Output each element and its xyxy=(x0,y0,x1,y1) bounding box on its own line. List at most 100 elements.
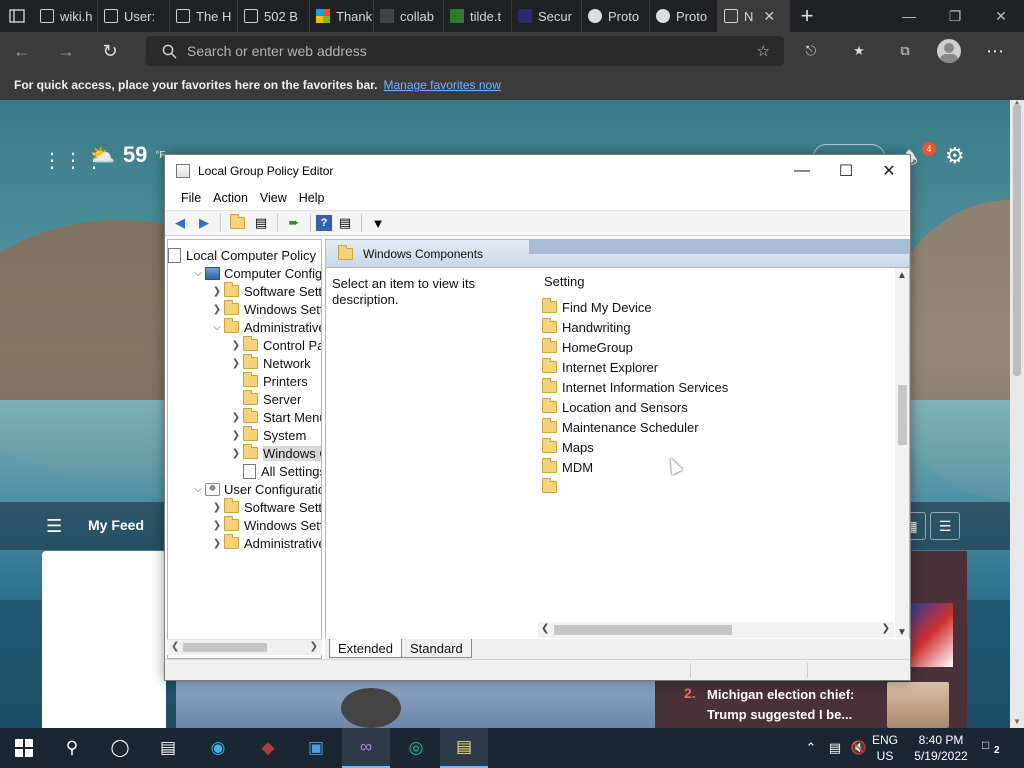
collections-icon[interactable]: ⧉ xyxy=(886,32,924,70)
setting-row[interactable]: Location and Sensors xyxy=(542,397,688,417)
tree-horizontal-scrollbar[interactable]: ❮ ❯ xyxy=(167,639,322,655)
expand-chevron-icon[interactable]: ❯ xyxy=(229,448,243,459)
expand-chevron-icon[interactable]: ❯ xyxy=(210,538,224,549)
tree-node[interactable]: ❯ System xyxy=(229,426,306,444)
expand-chevron-icon[interactable]: ❯ xyxy=(229,340,243,351)
up-folder-icon[interactable] xyxy=(226,213,248,233)
expand-chevron-icon[interactable]: ❯ xyxy=(210,304,224,315)
setting-row[interactable]: Maintenance Scheduler xyxy=(542,417,699,437)
address-bar[interactable]: Search or enter web address ☆ xyxy=(146,36,784,66)
browser-tab[interactable]: User: xyxy=(98,0,170,32)
browser-tab[interactable]: 502 B xyxy=(238,0,310,32)
setting-row[interactable]: Maps xyxy=(542,437,594,457)
language-indicator[interactable]: ENG US xyxy=(872,732,898,764)
menu-view[interactable]: View xyxy=(254,191,293,205)
tab-standard[interactable]: Standard xyxy=(401,639,472,658)
browser-tab[interactable]: Proto xyxy=(650,0,718,32)
tree-node[interactable]: ❯ Software Settings xyxy=(210,282,321,300)
setting-row[interactable]: HomeGroup xyxy=(542,337,633,357)
store-icon[interactable]: ▣ xyxy=(292,728,340,768)
browser-tab[interactable]: wiki.h xyxy=(34,0,98,32)
column-header-setting[interactable]: Setting xyxy=(544,274,584,289)
setting-row[interactable] xyxy=(542,477,562,497)
tab-actions-icon[interactable] xyxy=(0,0,34,32)
task-view-icon[interactable]: ▤ xyxy=(144,728,192,768)
tree-node[interactable]: ⌵ Administrative Templates xyxy=(210,318,321,336)
profile-avatar[interactable] xyxy=(930,32,968,70)
show-hide-tree-icon[interactable]: ▤ xyxy=(250,213,272,233)
extensions-icon[interactable]: ⎋ xyxy=(792,32,830,70)
menu-action[interactable]: Action xyxy=(207,191,254,205)
media-app-icon[interactable]: ◎ xyxy=(392,728,440,768)
browser-tab[interactable]: Proto xyxy=(582,0,650,32)
browser-tab[interactable]: tilde.t xyxy=(444,0,512,32)
close-tab-icon[interactable]: ✕ xyxy=(763,8,775,25)
details-horizontal-scrollbar[interactable]: ❮ ❯ xyxy=(538,622,894,638)
restore-browser-button[interactable]: ❐ xyxy=(932,0,978,32)
close-browser-button[interactable]: ✕ xyxy=(978,0,1024,32)
menu-file[interactable]: File xyxy=(175,191,207,205)
tree-node[interactable]: All Settings xyxy=(229,462,321,480)
forward-arrow-icon[interactable]: ▶ xyxy=(193,213,215,233)
expand-chevron-icon[interactable]: ❯ xyxy=(210,286,224,297)
expand-chevron-icon[interactable]: ❯ xyxy=(210,520,224,531)
expand-chevron-icon[interactable]: ❯ xyxy=(229,430,243,441)
browser-tab[interactable]: Thank xyxy=(310,0,374,32)
show-hidden-icons-icon[interactable]: ⌃ xyxy=(800,728,822,768)
setting-row[interactable]: MDM xyxy=(542,457,593,477)
visual-studio-icon[interactable]: ∞ xyxy=(342,728,390,768)
edge-icon[interactable]: ◉ xyxy=(194,728,242,768)
start-windows-icon[interactable] xyxy=(0,728,48,768)
back-button[interactable]: ← xyxy=(0,32,44,70)
add-favorite-icon[interactable]: ☆ xyxy=(757,42,770,60)
tree-node[interactable]: Local Computer Policy xyxy=(168,246,316,264)
gpe-close-button[interactable]: ✕ xyxy=(867,155,911,186)
tree-node[interactable]: ❯ Control Panel xyxy=(229,336,321,354)
tree-node[interactable]: ⌵ User Configuration xyxy=(191,480,321,498)
browser-tab[interactable]: N ✕ xyxy=(718,0,790,32)
news-headline[interactable]: Michigan election chief: Trump suggested… xyxy=(707,685,877,725)
list-view-icon[interactable]: ☰ xyxy=(930,512,960,540)
feed-title[interactable]: My Feed xyxy=(88,517,144,533)
tree-node[interactable]: ⌵ Computer Configura xyxy=(191,264,321,282)
help-icon[interactable]: ? xyxy=(316,215,332,231)
clock[interactable]: 8:40 PM 5/19/2022 xyxy=(910,732,972,764)
tree-node[interactable]: ❯ Network xyxy=(229,354,311,372)
tree-node[interactable]: ❯ Windows Settings xyxy=(210,300,321,318)
tree-node[interactable]: ❯ Windows Settings xyxy=(210,516,321,534)
tree-node[interactable]: ❯ Windows Components xyxy=(229,444,321,462)
new-tab-button[interactable]: + xyxy=(790,3,824,29)
tree-node[interactable]: ❯ Administrative Templates xyxy=(210,534,321,552)
setting-row[interactable]: Find My Device xyxy=(542,297,652,317)
setting-row[interactable]: Handwriting xyxy=(542,317,631,337)
settings-more-icon[interactable]: ⋯ xyxy=(976,32,1014,70)
collapse-chevron-icon[interactable]: ⌵ xyxy=(191,268,205,279)
export-list-icon[interactable]: ➨ xyxy=(283,213,305,233)
gpe-maximize-button[interactable]: ☐ xyxy=(824,155,868,186)
refresh-button[interactable]: ↻ xyxy=(88,32,132,70)
weather-widget[interactable]: ⛅ 59 °F xyxy=(90,142,166,168)
forward-button[interactable]: → xyxy=(44,32,88,70)
gpe-minimize-button[interactable]: — xyxy=(780,155,824,186)
tree-node[interactable]: ❯ Start Menu and Taskbar xyxy=(229,408,321,426)
properties-icon[interactable]: ▤ xyxy=(334,213,356,233)
browser-tab[interactable]: The H xyxy=(170,0,238,32)
page-settings-gear-icon[interactable]: ⚙ xyxy=(945,143,965,169)
expand-chevron-icon[interactable]: ❯ xyxy=(210,502,224,513)
details-vertical-scrollbar[interactable]: ▲ ▼ xyxy=(895,268,909,638)
menu-help[interactable]: Help xyxy=(293,191,331,205)
feed-card-cat-image[interactable] xyxy=(176,678,656,728)
tree-node[interactable]: Server xyxy=(229,390,301,408)
search-icon[interactable]: ⚲ xyxy=(48,728,96,768)
browser-tab[interactable]: Secur xyxy=(512,0,582,32)
expand-chevron-icon[interactable]: ❯ xyxy=(229,412,243,423)
tree-node[interactable]: Printers xyxy=(229,372,308,390)
expand-chevron-icon[interactable]: ❯ xyxy=(229,358,243,369)
favorites-icon[interactable]: ★ xyxy=(840,32,878,70)
policy-tree-pane[interactable]: Local Computer Policy ⌵ Computer Configura… xyxy=(167,239,322,659)
setting-row[interactable]: Internet Explorer xyxy=(542,357,658,377)
feed-card-blank[interactable] xyxy=(42,551,166,728)
browser-tab[interactable]: collab xyxy=(374,0,444,32)
volume-muted-icon[interactable]: 🔇 xyxy=(848,728,870,768)
minimize-browser-button[interactable]: — xyxy=(886,0,932,32)
